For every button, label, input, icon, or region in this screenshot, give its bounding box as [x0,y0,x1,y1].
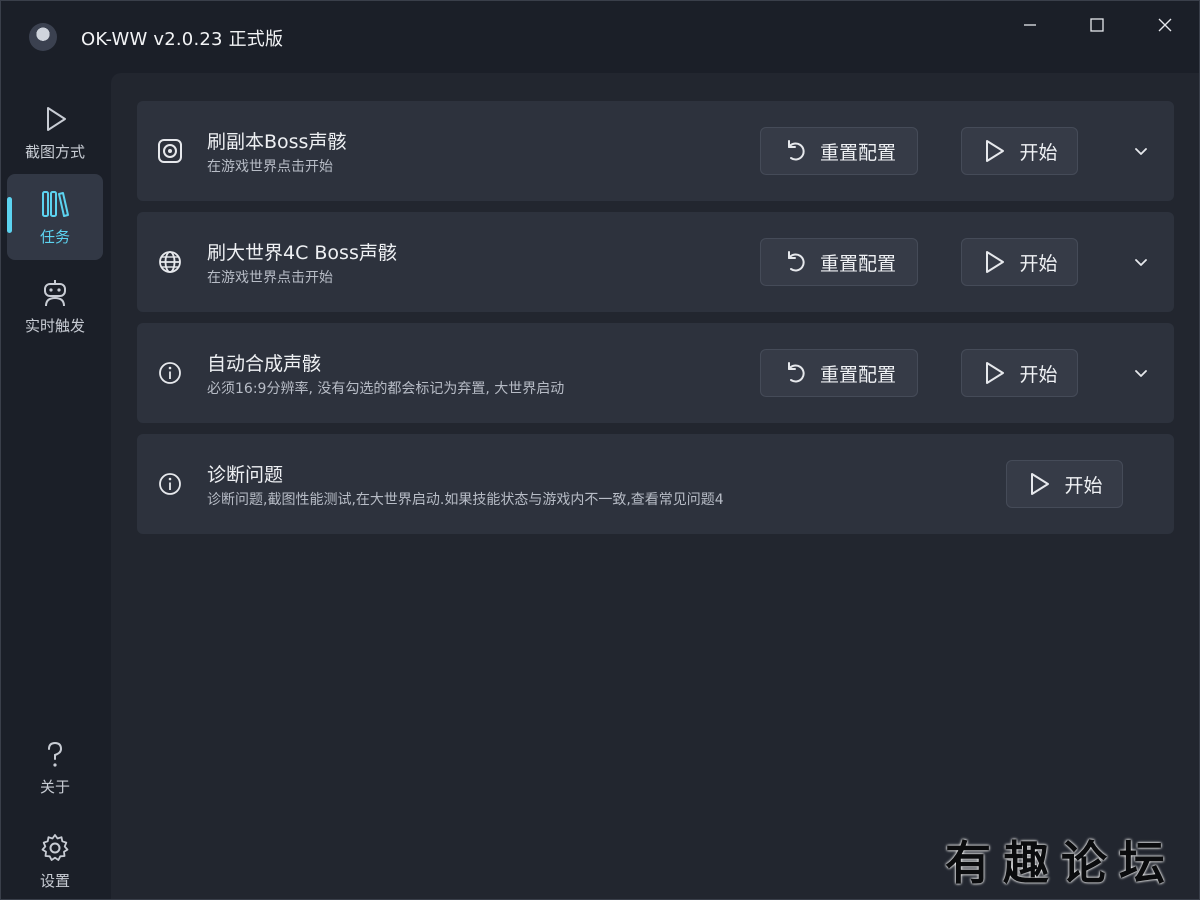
start-button[interactable]: 开始 [961,349,1078,397]
chevron-down-icon [1135,259,1147,266]
maximize-icon [1090,18,1104,32]
sidebar-item-label: 截图方式 [24,142,85,161]
task-subtitle: 在游戏世界点击开始 [207,159,333,175]
play-icon [986,362,1005,384]
reset-config-button[interactable]: 重置配置 [760,238,918,286]
minimize-icon [1024,24,1036,26]
info-icon [157,360,183,386]
task-subtitle: 诊断问题,截图性能测试,在大世界启动.如果技能状态与游戏内不一致,查看常见问题4 [207,492,724,508]
close-button[interactable] [1147,11,1183,39]
play-icon [1031,473,1050,495]
maximize-button[interactable] [1079,11,1115,39]
start-button[interactable]: 开始 [961,127,1078,175]
library-icon [42,190,69,217]
question-icon [48,741,63,767]
play-icon [986,140,1005,162]
task-card: 刷副本Boss声骸 在游戏世界点击开始 重置配置 开始 [137,101,1174,201]
start-label: 开始 [1019,252,1058,275]
robot-icon [44,279,66,306]
sidebar-item-realtime-trigger[interactable]: 实时触发 [7,263,103,349]
target-icon [157,138,183,164]
minimize-button[interactable] [1012,11,1048,39]
sidebar-item-label: 关于 [39,777,70,796]
close-icon [1158,18,1172,32]
globe-icon [157,249,183,275]
sidebar-item-label: 设置 [39,871,70,890]
sidebar-item-label: 任务 [39,227,70,246]
expand-button[interactable] [1131,141,1151,161]
window-title: OK-WW v2.0.23 正式版 [81,29,284,50]
task-title: 刷大世界4C Boss声骸 [207,242,397,264]
task-card: 刷大世界4C Boss声骸 在游戏世界点击开始 重置配置 开始 [137,212,1174,312]
task-title: 诊断问题 [207,464,284,486]
undo-icon [787,140,805,161]
task-list: 刷副本Boss声骸 在游戏世界点击开始 重置配置 开始 刷大世界4C Boss声… [111,73,1199,899]
chevron-down-icon [1135,148,1147,155]
app-avatar-icon [29,23,57,51]
active-indicator [7,197,12,233]
play-icon [986,251,1005,273]
reset-config-button[interactable]: 重置配置 [760,127,918,175]
task-subtitle: 在游戏世界点击开始 [207,270,333,286]
title-bar: OK-WW v2.0.23 正式版 [1,1,1200,73]
expand-button[interactable] [1131,252,1151,272]
start-button[interactable]: 开始 [1006,460,1123,508]
sidebar-item-label: 实时触发 [24,316,85,335]
sidebar-item-capture-mode[interactable]: 截图方式 [7,89,103,175]
play-icon [47,106,66,131]
gear-icon [41,833,69,861]
task-card: 诊断问题 诊断问题,截图性能测试,在大世界启动.如果技能状态与游戏内不一致,查看… [137,434,1174,534]
sidebar-item-tasks[interactable]: 任务 [7,174,103,260]
chevron-down-icon [1135,370,1147,377]
start-label: 开始 [1019,141,1058,164]
task-subtitle: 必须16:9分辨率, 没有勾选的都会标记为弃置, 大世界启动 [207,381,565,397]
reset-config-label: 重置配置 [819,363,896,386]
reset-config-label: 重置配置 [819,252,896,275]
app-window: OK-WW v2.0.23 正式版 截图方式 任务 实时触发 关于 设置 刷副本… [0,0,1200,900]
reset-config-button[interactable]: 重置配置 [760,349,918,397]
reset-config-label: 重置配置 [819,141,896,164]
watermark: 有趣论坛 [945,836,1177,890]
info-icon [157,471,183,497]
sidebar-item-settings[interactable]: 设置 [7,818,103,900]
task-title: 自动合成声骸 [207,353,322,375]
expand-button[interactable] [1131,363,1151,383]
sidebar-item-about[interactable]: 关于 [7,724,103,810]
undo-icon [787,251,805,272]
sidebar: 截图方式 任务 实时触发 关于 设置 [1,73,111,900]
start-label: 开始 [1019,363,1058,386]
start-button[interactable]: 开始 [961,238,1078,286]
start-label: 开始 [1064,474,1103,497]
undo-icon [787,362,805,383]
task-title: 刷副本Boss声骸 [207,131,347,153]
task-card: 自动合成声骸 必须16:9分辨率, 没有勾选的都会标记为弃置, 大世界启动 重置… [137,323,1174,423]
